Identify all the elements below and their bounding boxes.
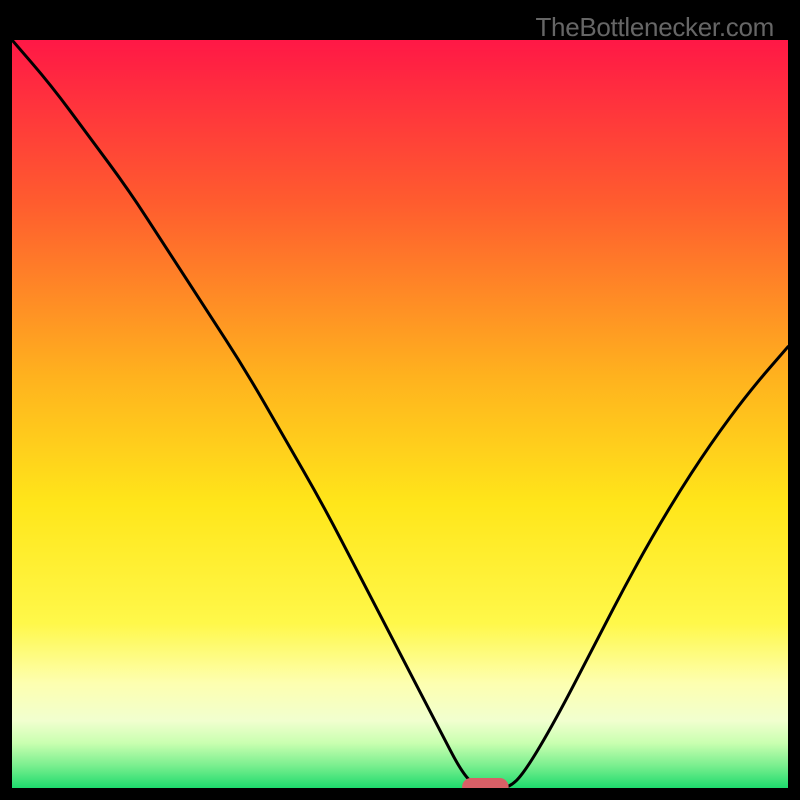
bottleneck-chart [12, 40, 788, 788]
chart-frame: TheBottlenecker.com [12, 12, 788, 788]
gradient-background [12, 40, 788, 788]
optimum-marker [462, 778, 509, 788]
watermark-label: TheBottlenecker.com [535, 12, 774, 43]
